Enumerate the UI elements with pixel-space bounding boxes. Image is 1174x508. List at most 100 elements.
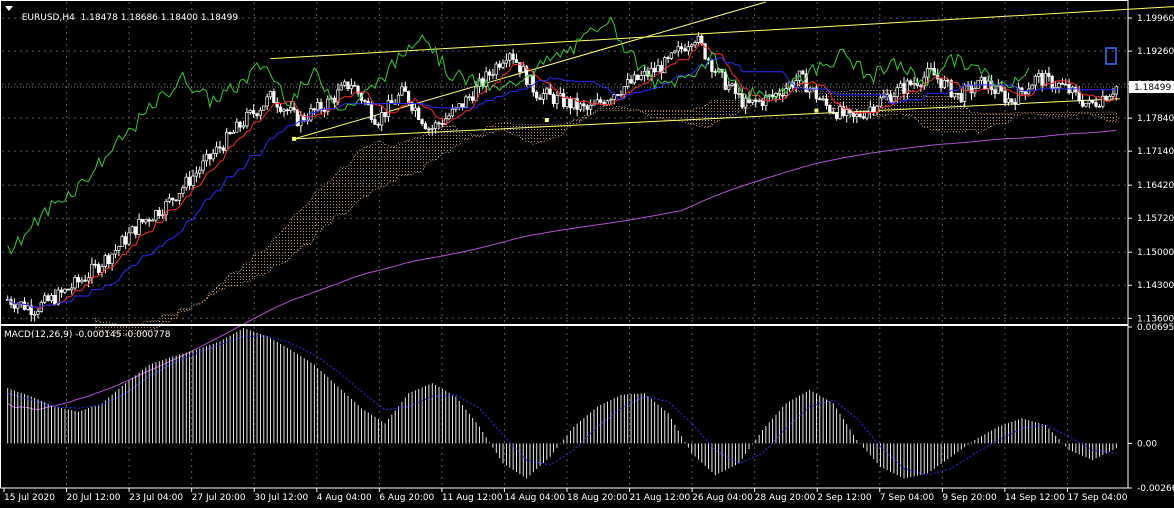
candle-body bbox=[666, 57, 670, 59]
candle-body bbox=[959, 93, 963, 102]
candle-body bbox=[595, 99, 599, 105]
candle-body bbox=[1084, 102, 1088, 107]
candle-body bbox=[868, 106, 872, 113]
candle-body bbox=[127, 232, 131, 245]
symbol-header: EURUSD,H4 1.18478 1.18686 1.18400 1.1849… bbox=[16, 3, 238, 23]
candle-body bbox=[892, 96, 896, 103]
candle-body bbox=[1013, 101, 1017, 105]
candle-body bbox=[568, 98, 572, 109]
candle-body bbox=[1040, 73, 1044, 86]
dropdown-triangle-icon[interactable] bbox=[5, 6, 13, 11]
candle-body bbox=[289, 107, 293, 111]
candle-body bbox=[878, 97, 882, 107]
candle-body bbox=[750, 99, 754, 103]
candle-body bbox=[218, 146, 222, 149]
candle-body bbox=[22, 301, 27, 310]
candle-body bbox=[332, 97, 337, 103]
candle-body bbox=[208, 153, 212, 160]
candle-body bbox=[211, 153, 215, 160]
candle-body bbox=[1074, 86, 1078, 93]
candle-body bbox=[346, 81, 350, 89]
candle-body bbox=[470, 96, 475, 101]
candle-body bbox=[427, 128, 431, 131]
candle-body bbox=[238, 121, 242, 128]
candle-body bbox=[437, 122, 441, 125]
candle-body bbox=[16, 304, 20, 309]
candle-body bbox=[1111, 93, 1115, 97]
candle-body bbox=[514, 59, 519, 63]
candle-body bbox=[541, 93, 546, 100]
time-tick-label: 11 Aug 12:00 bbox=[442, 493, 503, 503]
candle-body bbox=[612, 94, 616, 100]
candle-body bbox=[855, 113, 859, 117]
candle-body bbox=[1010, 98, 1014, 103]
candle-body bbox=[578, 103, 583, 110]
candle-body bbox=[322, 109, 326, 112]
candle-body bbox=[979, 76, 984, 81]
candle-body bbox=[86, 277, 91, 282]
macd-tick-label: -0.002669 bbox=[1137, 484, 1174, 494]
candle-body bbox=[737, 93, 741, 95]
candle-body bbox=[1114, 86, 1118, 95]
candle-body bbox=[845, 109, 849, 116]
candle-body bbox=[757, 100, 761, 102]
candle-body bbox=[201, 160, 205, 171]
candle-body bbox=[113, 250, 118, 255]
time-tick-label: 7 Sep 04:00 bbox=[880, 493, 935, 503]
candle-body bbox=[120, 236, 124, 247]
candle-body bbox=[66, 288, 70, 291]
candle-body bbox=[730, 83, 734, 86]
candle-body bbox=[497, 63, 502, 68]
candle-body bbox=[1070, 86, 1075, 94]
candle-body bbox=[224, 132, 229, 151]
candle-body bbox=[774, 93, 778, 97]
candle-body bbox=[177, 193, 182, 201]
candle-body bbox=[858, 113, 862, 118]
candle-body bbox=[171, 197, 175, 201]
candle-body bbox=[912, 82, 916, 85]
candle-body bbox=[423, 123, 428, 130]
candle-body bbox=[440, 123, 444, 125]
candle-body bbox=[83, 279, 87, 282]
candle-body bbox=[1090, 100, 1095, 103]
candle-body bbox=[450, 108, 455, 117]
candle-body bbox=[521, 65, 525, 73]
candle-body bbox=[582, 103, 586, 107]
candle-body bbox=[1097, 105, 1102, 108]
chart-canvas[interactable]: 1.199601.192601.185601.178401.171401.164… bbox=[0, 0, 1174, 508]
candle-body bbox=[167, 197, 171, 202]
candle-body bbox=[838, 106, 842, 120]
time-tick-label: 14 Sep 12:00 bbox=[1005, 493, 1065, 503]
candle-body bbox=[545, 88, 549, 94]
time-tick-label: 28 Aug 20:00 bbox=[755, 493, 816, 503]
candle-body bbox=[406, 91, 411, 104]
candle-body bbox=[639, 75, 643, 80]
candle-body bbox=[235, 121, 239, 133]
candle-body bbox=[508, 53, 512, 61]
candle-body bbox=[447, 115, 451, 120]
candle-body bbox=[457, 103, 461, 108]
candle-body bbox=[1060, 83, 1064, 85]
candle-body bbox=[433, 122, 438, 129]
candle-body bbox=[700, 35, 704, 45]
candle-body bbox=[137, 219, 141, 235]
candle-body bbox=[144, 219, 148, 223]
candle-body bbox=[551, 94, 556, 105]
candle-body bbox=[272, 91, 276, 103]
macd-tick-label: 0.006959 bbox=[1137, 323, 1174, 333]
candle-body bbox=[882, 95, 886, 99]
candle-body bbox=[315, 102, 320, 111]
candle-body bbox=[1107, 96, 1112, 101]
candle-body bbox=[818, 98, 822, 101]
candle-body bbox=[713, 71, 717, 73]
candle-body bbox=[652, 67, 657, 73]
candle-body bbox=[1003, 90, 1007, 103]
candle-body bbox=[26, 305, 30, 310]
candle-body bbox=[501, 62, 505, 68]
close-value: 1.18499 bbox=[200, 13, 239, 23]
time-tick-label: 21 Aug 12:00 bbox=[630, 493, 691, 503]
candle-body bbox=[824, 98, 829, 106]
candle-body bbox=[494, 63, 498, 75]
candle-body bbox=[679, 46, 684, 50]
candle-body bbox=[689, 44, 694, 47]
